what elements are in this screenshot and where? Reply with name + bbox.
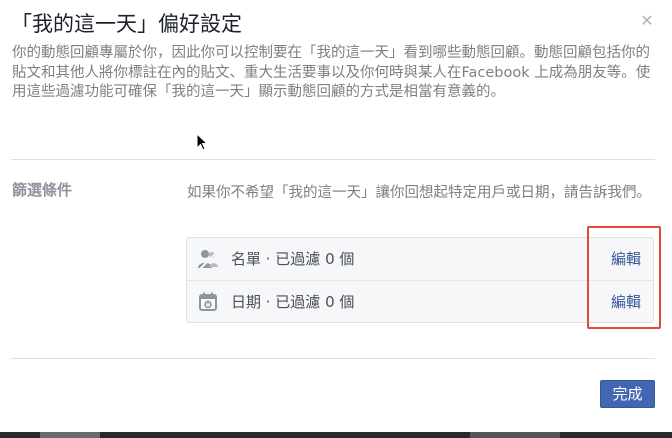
- people-icon: [198, 250, 219, 270]
- done-button[interactable]: 完成: [600, 380, 655, 408]
- filter-row-people: 名單 · 已過濾 0 個 編輯: [187, 238, 653, 281]
- filter-dates-label: 日期 · 已過濾 0 個: [231, 293, 355, 311]
- divider-bottom: [11, 358, 655, 359]
- filters-list: 名單 · 已過濾 0 個 編輯 日期 · 已過濾 0 個 編輯: [186, 237, 654, 323]
- background-page-strip: [0, 432, 672, 438]
- edit-highlight-box: [587, 226, 661, 329]
- close-icon[interactable]: ✕: [638, 12, 656, 30]
- dialog-description: 你的動態回顧專屬於你，因此你可以控制要在「我的這一天」看到哪些動態回顧。動態回顧…: [12, 45, 651, 100]
- calendar-icon: [199, 292, 217, 311]
- divider-top: [11, 159, 655, 160]
- filter-people-label: 名單 · 已過濾 0 個: [231, 250, 355, 268]
- filters-section-label: 篩選條件: [12, 181, 73, 199]
- filters-description: 如果你不希望「我的這一天」讓你回想起特定用戶或日期，請告訴我們。: [187, 185, 651, 201]
- dialog-title: 「我的這一天」偏好設定: [11, 12, 242, 36]
- filter-row-dates: 日期 · 已過濾 0 個 編輯: [187, 281, 653, 323]
- mouse-cursor-icon: [196, 133, 208, 151]
